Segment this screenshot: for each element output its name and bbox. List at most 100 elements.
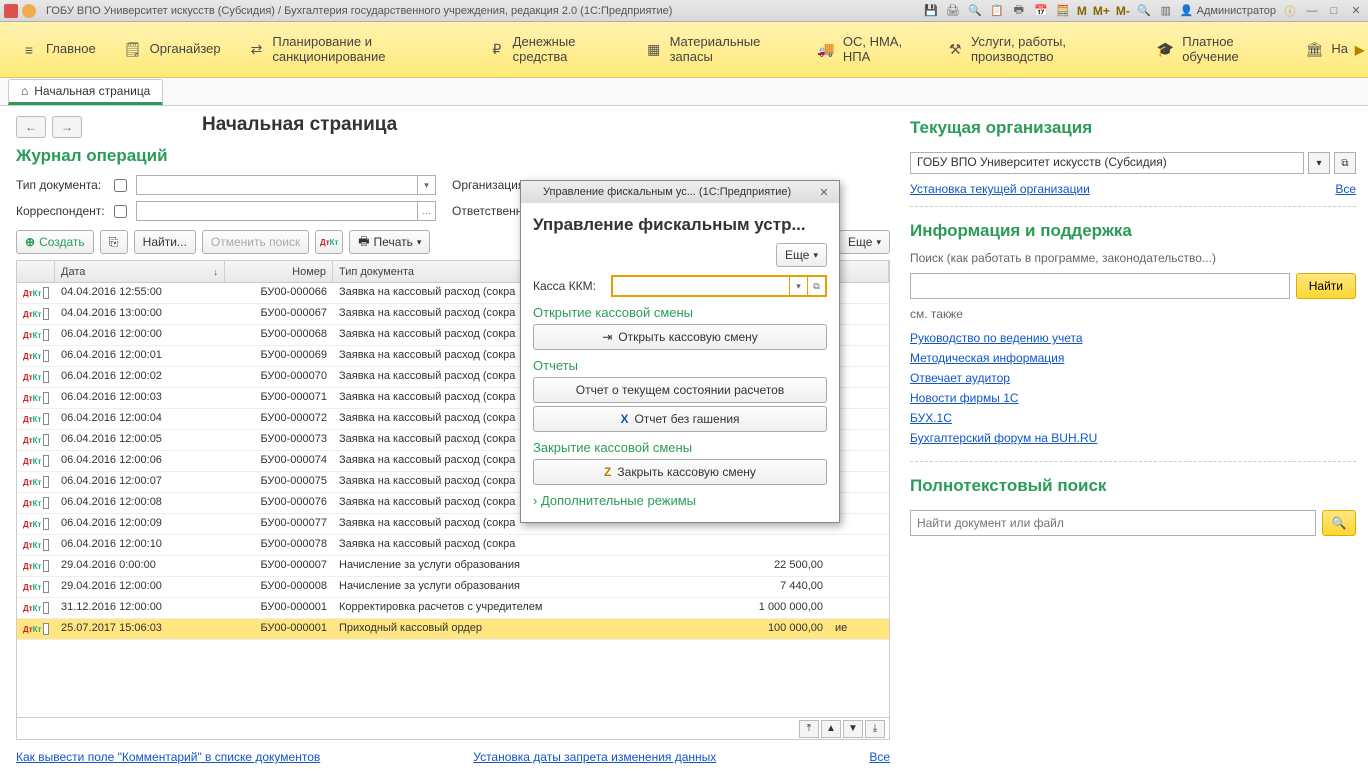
menu-money[interactable]: ₽Денежные средства [475, 29, 632, 71]
tab-start[interactable]: ⌂Начальная страница [8, 79, 163, 105]
search-icon[interactable]: 🔍 [967, 3, 983, 19]
copy-icon: ⎘ [109, 235, 119, 250]
table-row[interactable]: ДтКт29.04.2016 0:00:00БУ00-000007Начисле… [17, 556, 889, 577]
copy-button[interactable]: ⎘ [100, 230, 128, 254]
menu-materials[interactable]: ▦Материальные запасы [632, 29, 803, 71]
pager-last[interactable]: ⤓ [865, 720, 885, 738]
fts-input[interactable] [910, 510, 1316, 536]
titlebar: ГОБУ ВПО Университет искусств (Субсидия)… [0, 0, 1368, 22]
dtkt-button[interactable]: ДтКт [315, 230, 343, 254]
info-link[interactable]: Отвечает аудитор [910, 371, 1356, 385]
clipboard-icon[interactable]: 📋 [989, 3, 1005, 19]
pager-first[interactable]: ⤒ [799, 720, 819, 738]
modal-more-button[interactable]: Еще▾ [776, 243, 827, 267]
info-hint: Поиск (как работать в программе, законод… [910, 251, 1356, 265]
menu-scroll-right-icon[interactable]: ▸ [1355, 39, 1364, 60]
nav-back[interactable]: ← [16, 116, 46, 138]
cancel-search-button[interactable]: Отменить поиск [202, 230, 309, 254]
menu-main[interactable]: ≡Главное [6, 35, 110, 65]
fts-search-button[interactable]: 🔍 [1322, 510, 1356, 536]
open-icon[interactable]: ⧉ [807, 277, 825, 295]
truck-icon: 🚚 [817, 41, 834, 59]
link-date-lock[interactable]: Установка даты запрета изменения данных [473, 750, 716, 764]
kassa-input[interactable]: ▾ ⧉ [611, 275, 827, 297]
link-set-org[interactable]: Установка текущей организации [910, 182, 1090, 196]
create-button[interactable]: ⊕Создать [16, 230, 94, 254]
org-dropdown[interactable]: ▾ [1308, 152, 1330, 174]
user-label[interactable]: 👤 Администратор [1180, 4, 1276, 17]
open-shift-button[interactable]: ⇥Открыть кассовую смену [533, 324, 827, 350]
menu-organizer[interactable]: 🗒Органайзер [110, 35, 235, 65]
info-link[interactable]: Новости фирмы 1С [910, 391, 1356, 405]
save-icon[interactable]: 💾 [923, 3, 939, 19]
col-date[interactable]: Дата↓ [55, 261, 225, 282]
find-button[interactable]: Найти... [134, 230, 196, 254]
org-open[interactable]: ⧉ [1334, 152, 1356, 174]
modal-app-icon [527, 186, 539, 198]
doc-type-checkbox[interactable] [114, 179, 127, 192]
print2-icon[interactable]: 🖶 [1011, 3, 1027, 19]
info-link[interactable]: Бухгалтерский форум на BUH.RU [910, 431, 1356, 445]
ellipsis-icon[interactable]: … [417, 202, 435, 220]
print-button[interactable]: 🖶Печать▾ [349, 230, 430, 254]
arrow-in-icon: ⇥ [602, 330, 612, 344]
nav-forward[interactable]: → [52, 116, 82, 138]
close-icon[interactable]: ✕ [1348, 3, 1364, 19]
menubar: ≡Главное 🗒Органайзер ⇄Планирование и сан… [0, 22, 1368, 78]
print-icon: 🖶 [358, 232, 369, 253]
menu-os[interactable]: 🚚ОС, НМА, НПА [803, 29, 933, 71]
table-row[interactable]: ДтКт25.07.2017 15:06:03БУ00-000001Приход… [17, 619, 889, 640]
link-comment-field[interactable]: Как вывести поле "Комментарий" в списке … [16, 750, 320, 764]
extra-modes-toggle[interactable]: › Дополнительные режимы [533, 493, 827, 508]
panel-icon[interactable]: ▥ [1158, 3, 1174, 19]
org-value[interactable]: ГОБУ ВПО Университет искусств (Субсидия) [910, 152, 1304, 174]
col-number[interactable]: Номер [225, 261, 333, 282]
organizer-icon: 🗒 [124, 41, 142, 59]
corr-checkbox[interactable] [114, 205, 127, 218]
reports-title: Отчеты [533, 358, 827, 373]
minimize-icon[interactable]: — [1304, 3, 1320, 19]
calc-icon[interactable]: 🧮 [1055, 3, 1071, 19]
table-row[interactable]: ДтКт29.04.2016 12:00:00БУ00-000008Начисл… [17, 577, 889, 598]
bottom-links: Как вывести поле "Комментарий" в списке … [16, 740, 890, 768]
info-find-button[interactable]: Найти [1296, 273, 1356, 299]
fiscal-modal: Управление фискальным ус... (1С:Предприя… [520, 180, 840, 523]
info-link[interactable]: Руководство по ведению учета [910, 331, 1356, 345]
report-state-button[interactable]: Отчет о текущем состоянии расчетов [533, 377, 827, 403]
link-all[interactable]: Все [869, 750, 890, 764]
link-org-all[interactable]: Все [1335, 182, 1356, 196]
report-nogash-button[interactable]: XОтчет без гашения [533, 406, 827, 432]
maximize-icon[interactable]: □ [1326, 3, 1342, 19]
zoom-icon[interactable]: 🔍 [1136, 3, 1152, 19]
more-button[interactable]: Еще▾ [839, 230, 890, 254]
memory-mminus[interactable]: M- [1116, 4, 1130, 18]
menu-planning[interactable]: ⇄Планирование и санкционирование [235, 29, 475, 71]
doc-type-input[interactable]: ▾ [136, 175, 436, 195]
pager-up[interactable]: ▲ [821, 720, 841, 738]
info-search-input[interactable] [910, 273, 1290, 299]
planning-icon: ⇄ [249, 41, 265, 59]
tabbar: ⌂Начальная страница [0, 78, 1368, 106]
memory-mplus[interactable]: M+ [1093, 4, 1110, 18]
print-icon[interactable]: 🖨 [945, 3, 961, 19]
close-shift-button[interactable]: ZЗакрыть кассовую смену [533, 459, 827, 485]
menu-next[interactable]: 🏛На [1291, 35, 1362, 65]
pager-down[interactable]: ▼ [843, 720, 863, 738]
modal-close-icon[interactable]: ✕ [815, 184, 833, 200]
education-icon: 🎓 [1157, 41, 1174, 59]
info-icon[interactable]: ⓘ [1282, 3, 1298, 19]
corr-input[interactable]: … [136, 201, 436, 221]
info-link[interactable]: БУХ.1С [910, 411, 1356, 425]
chevron-down-icon[interactable]: ▾ [789, 277, 807, 295]
chevron-down-icon[interactable]: ▾ [417, 176, 435, 194]
calendar-icon[interactable]: 📅 [1033, 3, 1049, 19]
memory-m[interactable]: M [1077, 4, 1087, 18]
z-report-icon: Z [604, 465, 611, 479]
app-icon [4, 4, 18, 18]
table-row[interactable]: ДтКт06.04.2016 12:00:10БУ00-000078Заявка… [17, 535, 889, 556]
info-link[interactable]: Методическая информация [910, 351, 1356, 365]
menu-services[interactable]: ⚒Услуги, работы, производство [933, 29, 1142, 71]
table-row[interactable]: ДтКт31.12.2016 12:00:00БУ00-000001Коррек… [17, 598, 889, 619]
modal-titlebar[interactable]: Управление фискальным ус... (1С:Предприя… [521, 181, 839, 203]
menu-education[interactable]: 🎓Платное обучение [1143, 29, 1292, 71]
